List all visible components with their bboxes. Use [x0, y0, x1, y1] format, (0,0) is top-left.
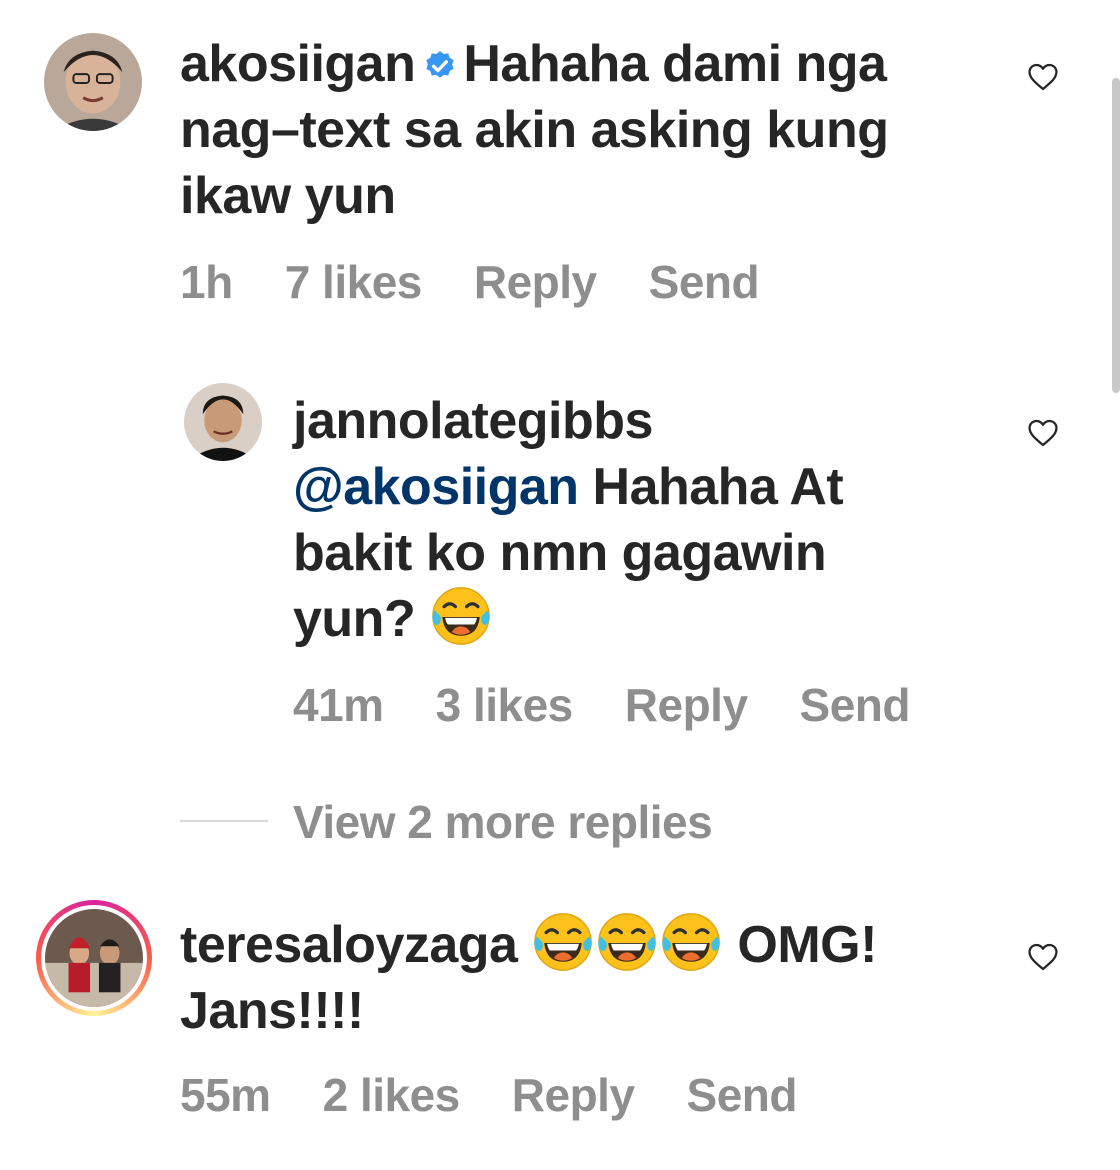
- laughing-emoji-icon: [431, 586, 491, 646]
- avatar-jannolategibbs[interactable]: [184, 383, 262, 461]
- like-heart-icon[interactable]: [1026, 60, 1060, 94]
- likes-count-button[interactable]: 7 likes: [285, 256, 423, 308]
- avatar-image: [184, 383, 262, 461]
- comment-text-line: OMG!: [737, 916, 877, 974]
- comment-time: 41m: [293, 679, 384, 731]
- laughing-emoji-icon: [661, 912, 721, 972]
- view-replies-divider: [180, 820, 268, 822]
- comment-text-line: nag–text sa akin asking kung: [180, 101, 889, 159]
- username-akosiigan[interactable]: akosiigan: [180, 35, 416, 93]
- send-button[interactable]: Send: [800, 679, 911, 731]
- reply-button[interactable]: Reply: [625, 679, 748, 731]
- comment-text-line: Hahaha dami nga: [463, 35, 887, 93]
- mention-link[interactable]: @akosiigan: [293, 458, 579, 516]
- comment-meta-2: 41m 3 likes Reply Send: [293, 678, 911, 732]
- laughing-emoji-icon: [533, 912, 593, 972]
- send-button[interactable]: Send: [649, 256, 760, 308]
- comment-text-line: yun?: [293, 590, 416, 648]
- comment-text-line: Jans!!!!: [180, 982, 364, 1040]
- avatar-teresaloyzaga[interactable]: [36, 900, 152, 1016]
- likes-count-button[interactable]: 3 likes: [436, 679, 574, 731]
- comment-body-1: akosiigan Hahaha dami nga nag–text sa aki…: [180, 31, 980, 229]
- comment-text-line: ikaw yun: [180, 167, 396, 225]
- username-jannolategibbs[interactable]: jannolategibbs: [293, 392, 653, 450]
- laughing-emoji-icon: [597, 912, 657, 972]
- comment-text-line: Hahaha At: [578, 458, 844, 516]
- comment-meta-1: 1h 7 likes Reply Send: [180, 255, 760, 309]
- avatar-image: [44, 33, 142, 131]
- reply-button[interactable]: Reply: [474, 256, 597, 308]
- avatar-image: [45, 909, 143, 1007]
- comment-time: 1h: [180, 256, 233, 308]
- scrollbar[interactable]: [1112, 78, 1120, 393]
- username-teresaloyzaga[interactable]: teresaloyzaga: [180, 916, 518, 974]
- comment-body-2: jannolategibbs @akosiigan Hahaha At baki…: [293, 388, 993, 652]
- verified-badge-icon: [426, 51, 454, 78]
- like-heart-icon[interactable]: [1026, 940, 1060, 974]
- reply-button[interactable]: Reply: [512, 1069, 635, 1121]
- likes-count-button[interactable]: 2 likes: [323, 1069, 461, 1121]
- comment-meta-3: 55m 2 likes Reply Send: [180, 1068, 798, 1122]
- comment-text-line: bakit ko nmn gagawin: [293, 524, 827, 582]
- comment-body-3: teresaloyzaga OMG! Jans!!!!: [180, 912, 1000, 1044]
- send-button[interactable]: Send: [687, 1069, 798, 1121]
- like-heart-icon[interactable]: [1026, 416, 1060, 450]
- view-more-replies-button[interactable]: View 2 more replies: [293, 795, 713, 849]
- avatar-akosiigan[interactable]: [44, 33, 142, 131]
- comment-time: 55m: [180, 1069, 271, 1121]
